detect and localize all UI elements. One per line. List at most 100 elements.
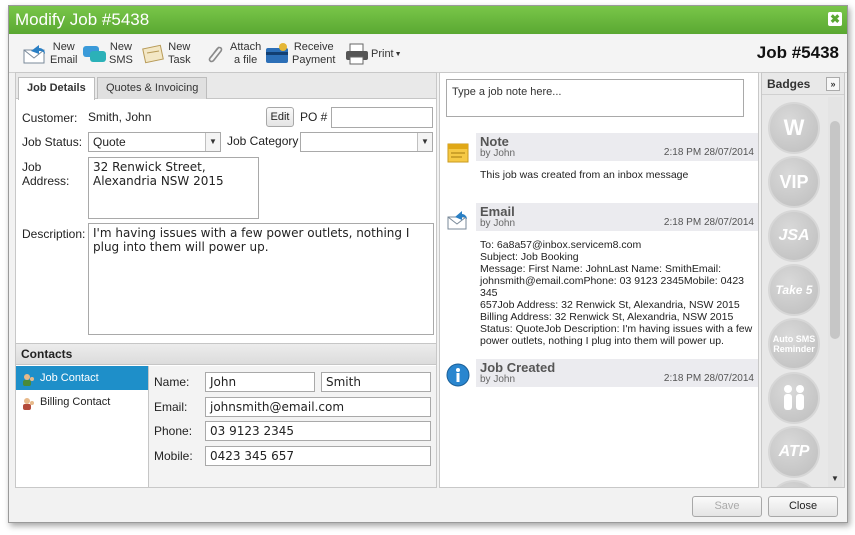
chevron-down-icon: ▼ bbox=[394, 50, 402, 58]
print-label: Print bbox=[371, 47, 394, 60]
title-bar: Modify Job #5438 ✖ bbox=[9, 6, 847, 34]
entry-body-line: johnsmith@email.comPhone: 03 9123 2345Mo… bbox=[480, 275, 744, 299]
mobile-label: Mobile: bbox=[154, 449, 193, 463]
job-status-select[interactable]: Quote ▼ bbox=[88, 132, 221, 152]
entry-title: Note bbox=[480, 134, 509, 149]
badge-take-5[interactable]: Take 5 bbox=[768, 264, 820, 316]
entry-body-line: Status: QuoteJob Description: I'm having… bbox=[480, 323, 753, 335]
badge-jsa[interactable]: JSA bbox=[768, 210, 820, 262]
note-entry-header: Note by John 2:18 PM 28/07/2014 bbox=[476, 133, 758, 161]
attach-file-button[interactable]: Attach a file bbox=[203, 38, 261, 70]
close-icon[interactable]: ✖ bbox=[828, 12, 842, 26]
badge-vip[interactable]: VIP bbox=[768, 156, 820, 208]
entry-body-line: power outlets, nothing I plug into them … bbox=[480, 335, 724, 347]
entry-title: Email bbox=[480, 204, 515, 219]
contact-item-billing[interactable]: Billing Contact bbox=[16, 390, 148, 414]
toolbar: New Email New SMS New Task Attach a file Rec… bbox=[9, 35, 847, 73]
job-category-select[interactable]: ▼ bbox=[300, 132, 433, 152]
job-address-label-2: Address: bbox=[22, 174, 70, 188]
printer-icon bbox=[344, 43, 368, 65]
sms-icon bbox=[82, 43, 106, 65]
phone-input[interactable]: 03 9123 2345 bbox=[205, 421, 431, 441]
person-icon bbox=[22, 371, 35, 386]
print-button[interactable]: Print ▼ bbox=[344, 38, 402, 70]
scroll-down-icon[interactable]: ▼ bbox=[831, 474, 839, 483]
person-icon bbox=[22, 395, 35, 410]
note-entry-body: This job was created from an inbox messa… bbox=[480, 169, 756, 181]
badge-atp[interactable]: ATP bbox=[768, 426, 820, 478]
new-sms-button[interactable]: New SMS bbox=[82, 38, 133, 70]
email-entry-header: Email by John 2:18 PM 28/07/2014 bbox=[476, 203, 758, 231]
contact-item-label: Billing Contact bbox=[40, 396, 111, 408]
badge-w[interactable]: W bbox=[768, 102, 820, 154]
entry-body-line: This job was created from an inbox messa… bbox=[480, 169, 689, 181]
contact-item-job[interactable]: Job Contact bbox=[16, 366, 148, 390]
paperclip-icon bbox=[203, 43, 227, 65]
note-icon bbox=[446, 141, 470, 165]
save-button[interactable]: Save bbox=[692, 496, 762, 517]
contact-form: Name: John Smith Email: johnsmith@email.… bbox=[149, 366, 436, 487]
entry-body-line: To: 6a8a57@inbox.servicem8.com bbox=[480, 239, 642, 251]
badge-people[interactable] bbox=[768, 372, 820, 424]
badges-pane: Badges » W VIP JSA Take 5 Auto SMS Remin… bbox=[761, 72, 845, 488]
attach-label-2: a file bbox=[233, 54, 258, 66]
entry-author: by John bbox=[480, 148, 516, 159]
window-title: Modify Job #5438 bbox=[15, 10, 150, 29]
new-email-label-2: Email bbox=[50, 54, 78, 66]
new-email-label-1: New bbox=[52, 41, 75, 53]
email-label: Email: bbox=[154, 400, 188, 414]
phone-label: Phone: bbox=[154, 424, 193, 438]
receive-label-1: Receive bbox=[293, 41, 334, 53]
last-name-input[interactable]: Smith bbox=[321, 372, 431, 392]
scrollbar-thumb[interactable] bbox=[830, 121, 840, 339]
email-icon bbox=[446, 208, 470, 232]
receive-payment-button[interactable]: Receive Payment bbox=[265, 38, 335, 70]
dialog-footer: Save Close bbox=[9, 490, 847, 522]
description-input[interactable]: I'm having issues with a few power outle… bbox=[88, 223, 434, 335]
entry-time: 2:18 PM 28/07/2014 bbox=[663, 147, 754, 158]
po-input[interactable] bbox=[331, 107, 433, 128]
people-icon bbox=[770, 385, 818, 425]
receive-label-2: Payment bbox=[292, 54, 336, 66]
badges-scrollbar[interactable]: ▼ bbox=[828, 97, 842, 487]
email-entry-body: To: 6a8a57@inbox.servicem8.com Subject: … bbox=[480, 239, 756, 347]
po-label: PO # bbox=[300, 110, 328, 124]
contact-item-label: Job Contact bbox=[40, 372, 99, 384]
job-address-label-1: Job bbox=[22, 160, 42, 174]
modify-job-dialog: Modify Job #5438 ✖ New Email New SMS New Ta… bbox=[8, 5, 848, 523]
job-activity-pane: Type a job note here... Note by John 2:1… bbox=[439, 72, 759, 488]
contact-list: Job Contact Billing Contact bbox=[16, 366, 149, 487]
email-input[interactable]: johnsmith@email.com bbox=[205, 397, 431, 417]
badges-title: Badges bbox=[767, 77, 811, 91]
tab-job-details[interactable]: Job Details bbox=[18, 77, 95, 100]
job-heading: Job #5438 bbox=[756, 43, 839, 62]
badge-auto-sms-reminder[interactable]: Auto SMS Reminder bbox=[768, 318, 820, 370]
entry-author: by John bbox=[480, 218, 516, 229]
entry-author: by John bbox=[480, 374, 516, 385]
job-details-pane: Job Details Quotes & Invoicing Customer:… bbox=[15, 72, 437, 488]
name-label: Name: bbox=[154, 375, 190, 389]
entry-body-line: 657Job Address: 32 Renwick St, Alexandri… bbox=[480, 299, 740, 311]
entry-body-line: Billing Address: 32 Renwick St, Alexandr… bbox=[480, 311, 734, 323]
first-name-input[interactable]: John bbox=[205, 372, 315, 392]
edit-customer-button[interactable]: Edit bbox=[266, 107, 294, 127]
tab-quotes-invoicing[interactable]: Quotes & Invoicing bbox=[97, 77, 208, 99]
close-button[interactable]: Close bbox=[768, 496, 838, 517]
job-created-entry-header: Job Created by John 2:18 PM 28/07/2014 bbox=[476, 359, 758, 387]
address-line-1: 32 Renwick Street, bbox=[93, 160, 206, 174]
description-label: Description: bbox=[22, 227, 86, 241]
job-address-input[interactable]: 32 Renwick Street, Alexandria NSW 2015 bbox=[88, 157, 259, 219]
customer-label: Customer: bbox=[22, 111, 78, 125]
badge-next[interactable] bbox=[768, 480, 820, 487]
tab-bar: Job Details Quotes & Invoicing bbox=[16, 73, 436, 100]
new-email-button[interactable]: New Email bbox=[23, 38, 78, 70]
job-note-input[interactable]: Type a job note here... bbox=[446, 79, 744, 117]
mobile-input[interactable]: 0423 345 657 bbox=[205, 446, 431, 466]
entry-body-line: Subject: Job Booking bbox=[480, 251, 579, 263]
expand-icon[interactable]: » bbox=[826, 77, 840, 91]
job-category-label: Job Category bbox=[227, 134, 299, 148]
entry-body-line: Message: First Name: JohnLast Name: Smit… bbox=[480, 263, 721, 275]
new-task-button[interactable]: New Task bbox=[141, 38, 191, 70]
job-status-value: Quote bbox=[93, 135, 126, 149]
new-sms-label-1: New bbox=[109, 41, 132, 53]
